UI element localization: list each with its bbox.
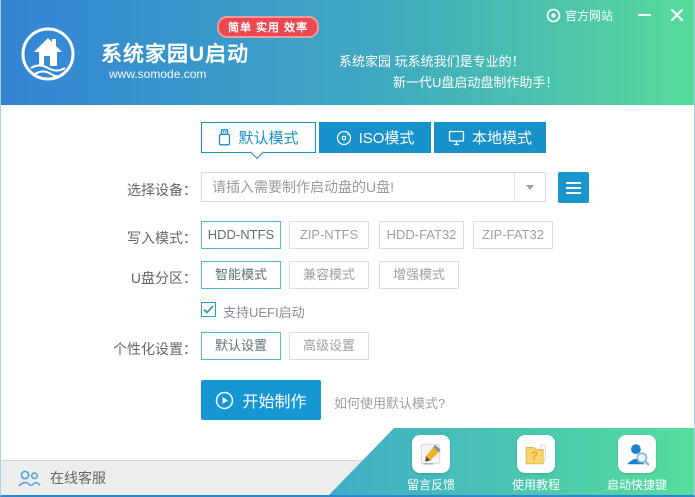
write-mode-hdd-ntfs[interactable]: HDD-NTFS [201,221,281,249]
personalize-default[interactable]: 默认设置 [201,332,281,360]
app-window: 系统家园U启动 www.somode.com 简单 实用 效率 系统家园 玩系统… [0,0,695,497]
partition-smart-mode[interactable]: 智能模式 [201,261,281,289]
start-button-label: 开始制作 [242,394,307,411]
hotkey-search-user-icon [627,444,650,466]
tutorial-link[interactable]: ? 使用教程 [491,435,581,493]
slogan-line2: 新一代U盘启动盘制作助手！ [393,75,559,90]
app-title: 系统家园U启动 [101,43,250,66]
usb-drive-icon [219,129,231,146]
tab-label: ISO模式 [358,130,415,147]
boot-hotkey-label: 启动快捷键 [606,478,667,492]
header: 系统家园U启动 www.somode.com 简单 实用 效率 系统家园 玩系统… [1,0,694,105]
customer-service-icon [18,470,41,487]
feature-badge: 简单 实用 效率 [217,16,320,38]
tutorial-folder-icon: ? [525,444,547,465]
device-list-button[interactable] [558,172,589,203]
feedback-label: 留言反馈 [406,478,455,492]
partition-label: U盘分区： [130,270,197,286]
hamburger-icon [566,181,581,184]
personalize-label: 个性化设置： [113,341,197,357]
tab-local-mode[interactable]: 本地模式 [434,122,546,153]
online-service-label: 在线客服 [50,470,106,486]
write-mode-hdd-fat32[interactable]: HDD-FAT32 [379,221,464,249]
uefi-label: 支持UEFI启动 [223,305,305,320]
app-logo-icon [21,27,75,81]
svg-text:?: ? [531,449,538,463]
tutorial-label: 使用教程 [511,478,560,492]
close-icon [671,8,683,21]
quick-links-ribbon: 留言反馈 ? 使用教程 启动快捷键 [329,428,694,495]
app-website: www.somode.com [109,67,207,81]
online-service-link[interactable]: 在线客服 [17,468,106,488]
monitor-icon [448,130,465,145]
device-select[interactable]: 请插入需要制作启动盘的U盘! [201,172,546,202]
write-mode-zip-fat32[interactable]: ZIP-FAT32 [473,221,553,249]
globe-icon [546,8,561,23]
boot-hotkey-link[interactable]: 启动快捷键 [592,435,682,493]
personalize-advanced[interactable]: 高级设置 [289,332,369,360]
disc-icon [336,130,351,145]
close-button[interactable] [666,5,688,24]
write-mode-zip-ntfs[interactable]: ZIP-NTFS [289,221,369,249]
slogan-line1: 系统家园 玩系统我们是专业的！ [339,54,525,69]
device-select-value: 请插入需要制作启动盘的U盘! [212,179,394,195]
device-label: 选择设备： [127,182,197,198]
official-site-label: 官方网站 [565,9,614,23]
tab-label: 默认模式 [238,130,299,147]
feedback-link[interactable]: 留言反馈 [386,435,476,493]
write-mode-label: 写入模式： [127,230,197,246]
play-icon [216,391,234,409]
start-button[interactable]: 开始制作 [201,380,321,420]
partition-compat-mode[interactable]: 兼容模式 [289,261,369,289]
official-site-link[interactable]: 官方网站 [546,7,613,24]
help-link[interactable]: 如何使用默认模式? [334,393,445,412]
check-icon [203,305,214,314]
tab-label: 本地模式 [471,130,532,147]
chevron-down-icon [514,173,545,201]
feedback-pencil-icon [420,443,441,465]
partition-enhanced-mode[interactable]: 增强模式 [379,261,459,289]
tab-iso-mode[interactable]: ISO模式 [319,122,431,153]
uefi-checkbox[interactable] [201,302,216,317]
minimize-icon [637,13,651,16]
minimize-button[interactable] [633,5,655,24]
